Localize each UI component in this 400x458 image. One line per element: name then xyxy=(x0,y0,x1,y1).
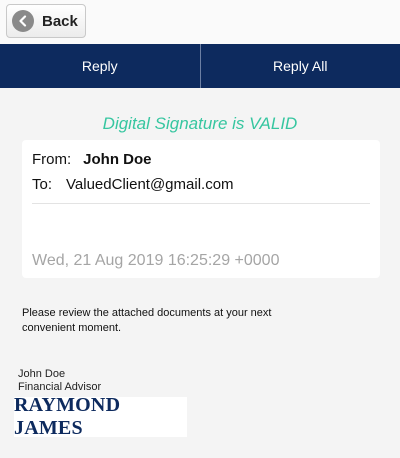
company-logo: RAYMOND JAMES xyxy=(14,394,187,439)
action-bar: Reply Reply All xyxy=(0,44,400,88)
reply-button[interactable]: Reply xyxy=(0,44,201,88)
email-date: Wed, 21 Aug 2019 16:25:29 +0000 xyxy=(32,252,280,269)
message-body: Please review the attached documents at … xyxy=(22,307,272,334)
logo-text: RAYMOND JAMES xyxy=(14,394,121,439)
back-button-label: Back xyxy=(42,12,78,30)
top-bar: Back xyxy=(0,0,400,45)
email-header-card: From: John Doe To: ValuedClient@gmail.com … xyxy=(22,140,380,278)
sender-name: John Doe xyxy=(83,151,152,168)
signature-status: Digital Signature is VALID xyxy=(102,114,298,133)
signature-title: Financial Advisor xyxy=(18,381,102,393)
from-row: From: John Doe xyxy=(32,151,152,168)
to-label: To: xyxy=(32,176,53,193)
to-row: To: ValuedClient@gmail.com xyxy=(32,176,234,193)
signature-name: John Doe xyxy=(18,368,66,380)
email-content: Digital Signature is VALID From: John Doe… xyxy=(0,88,400,458)
back-button[interactable]: Back xyxy=(6,4,86,38)
reply-all-button[interactable]: Reply All xyxy=(201,44,400,88)
recipient-address: ValuedClient@gmail.com xyxy=(66,176,234,193)
from-label: From: xyxy=(32,151,72,168)
chevron-left-icon xyxy=(12,10,34,32)
header-divider xyxy=(32,203,370,204)
